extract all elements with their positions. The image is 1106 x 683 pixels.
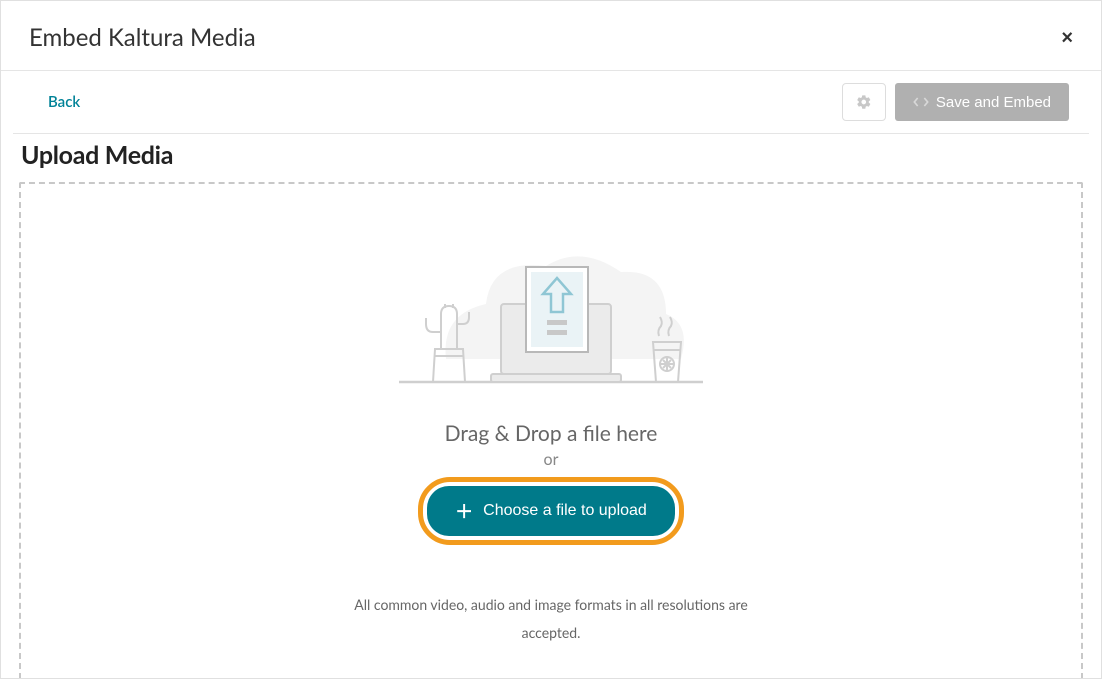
back-link[interactable]: Back	[48, 93, 80, 111]
upload-illustration	[391, 214, 711, 393]
page-title: Upload Media	[1, 134, 1101, 182]
highlight-ring: ＋ Choose a file to upload	[418, 477, 684, 545]
toolbar: Back Save and Embed	[13, 71, 1089, 134]
drop-prompt-text: Drag & Drop a file here	[31, 421, 1071, 446]
gear-icon	[856, 94, 872, 110]
modal-header: Embed Kaltura Media ×	[1, 1, 1101, 71]
choose-file-button[interactable]: ＋ Choose a file to upload	[427, 486, 675, 536]
modal-title: Embed Kaltura Media	[29, 23, 256, 52]
embed-icon	[913, 96, 929, 108]
save-and-embed-button[interactable]: Save and Embed	[895, 83, 1069, 121]
choose-file-label: Choose a file to upload	[483, 502, 647, 520]
accepted-formats-text: All common video, audio and image format…	[331, 591, 771, 647]
toolbar-right: Save and Embed	[842, 83, 1069, 121]
close-icon: ×	[1061, 27, 1073, 49]
upload-dropzone[interactable]: Drag & Drop a file here or ＋ Choose a fi…	[19, 182, 1083, 679]
settings-button[interactable]	[842, 83, 886, 121]
plus-icon: ＋	[455, 498, 473, 524]
save-embed-label: Save and Embed	[936, 94, 1051, 111]
close-button[interactable]: ×	[1061, 28, 1073, 48]
or-text: or	[31, 450, 1071, 469]
